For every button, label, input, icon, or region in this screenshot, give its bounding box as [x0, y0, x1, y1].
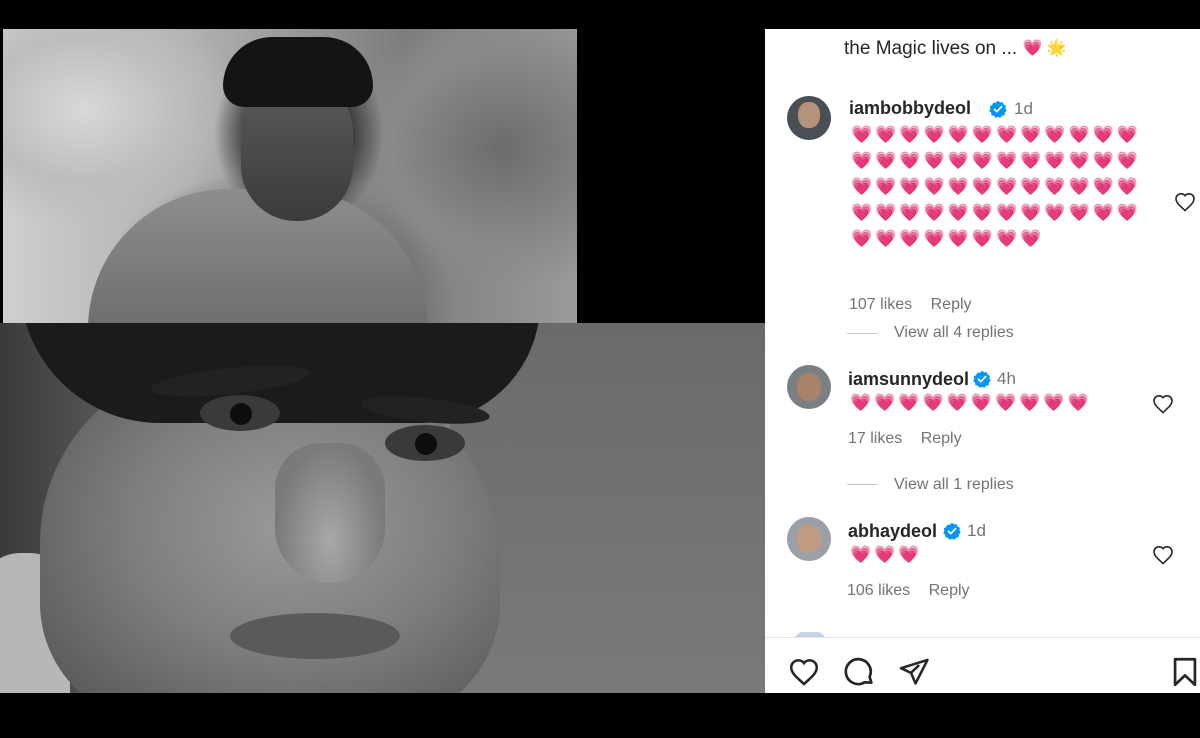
caption-text: the Magic lives on ... [844, 38, 1018, 59]
comment-meta: 107 likes Reply [849, 296, 986, 314]
photo-right-eye [385, 425, 465, 461]
avatar[interactable] [787, 517, 831, 561]
bookmark-icon[interactable] [1168, 655, 1200, 689]
paper-plane-icon[interactable] [897, 655, 931, 689]
view-replies-link[interactable]: View all 1 replies [894, 476, 1014, 494]
post-action-bar [765, 637, 1200, 693]
post-caption: the Magic lives on ... 💗 🌟 [844, 38, 1067, 60]
avatar[interactable] [787, 365, 831, 409]
photo-mouth [230, 613, 400, 659]
comment-time: 4h [997, 369, 1016, 388]
heart-outline-icon[interactable] [1151, 392, 1175, 416]
comments-panel[interactable]: the Magic lives on ... 💗 🌟 iambobbydeol … [765, 29, 1200, 693]
comment-username[interactable]: abhaydeol [848, 521, 937, 542]
post-photo-top [3, 29, 577, 323]
photo-shirt [88, 189, 428, 323]
comment-username[interactable]: iamsunnydeol [848, 369, 969, 390]
comment-username[interactable]: iambobbydeol [849, 98, 971, 119]
verified-badge-icon [973, 370, 991, 388]
reply-button[interactable]: Reply [921, 430, 962, 447]
photo-left-eye [200, 395, 280, 431]
reply-button[interactable]: Reply [931, 296, 972, 313]
comment-bubble-icon[interactable] [842, 655, 876, 689]
heart-outline-icon[interactable] [1151, 543, 1175, 567]
verified-badge-icon [989, 100, 1007, 118]
photo-hair [223, 37, 373, 107]
caption-emojis: 💗 🌟 [1022, 40, 1067, 57]
comment-likes[interactable]: 106 likes [847, 582, 910, 599]
verified-badge-icon [943, 522, 961, 540]
comment-time: 1d [1014, 99, 1033, 118]
comment-likes[interactable]: 107 likes [849, 296, 912, 313]
comment-meta: 106 likes Reply [847, 582, 984, 600]
post-photo-bottom [0, 323, 765, 693]
comment-meta: 17 likes Reply [848, 430, 976, 448]
comment-text: 💗💗💗💗💗💗💗💗💗💗💗💗💗💗💗💗💗💗💗💗💗💗💗💗💗💗💗💗💗💗💗💗💗💗💗💗💗💗💗💗… [851, 125, 1142, 248]
heart-outline-icon[interactable] [1173, 190, 1197, 214]
comment-likes[interactable]: 17 likes [848, 430, 902, 447]
reply-button[interactable]: Reply [929, 582, 970, 599]
comment-time: 1d [967, 521, 986, 540]
photo-nose [275, 443, 385, 583]
avatar[interactable] [787, 96, 831, 140]
replies-divider [847, 484, 877, 485]
heart-outline-icon[interactable] [787, 655, 821, 689]
comment-text: 💗💗💗💗💗💗💗💗💗💗 [850, 393, 1092, 412]
view-replies-link[interactable]: View all 4 replies [894, 324, 1014, 342]
comment-text: 💗💗💗 [850, 545, 923, 564]
replies-divider [847, 333, 877, 334]
